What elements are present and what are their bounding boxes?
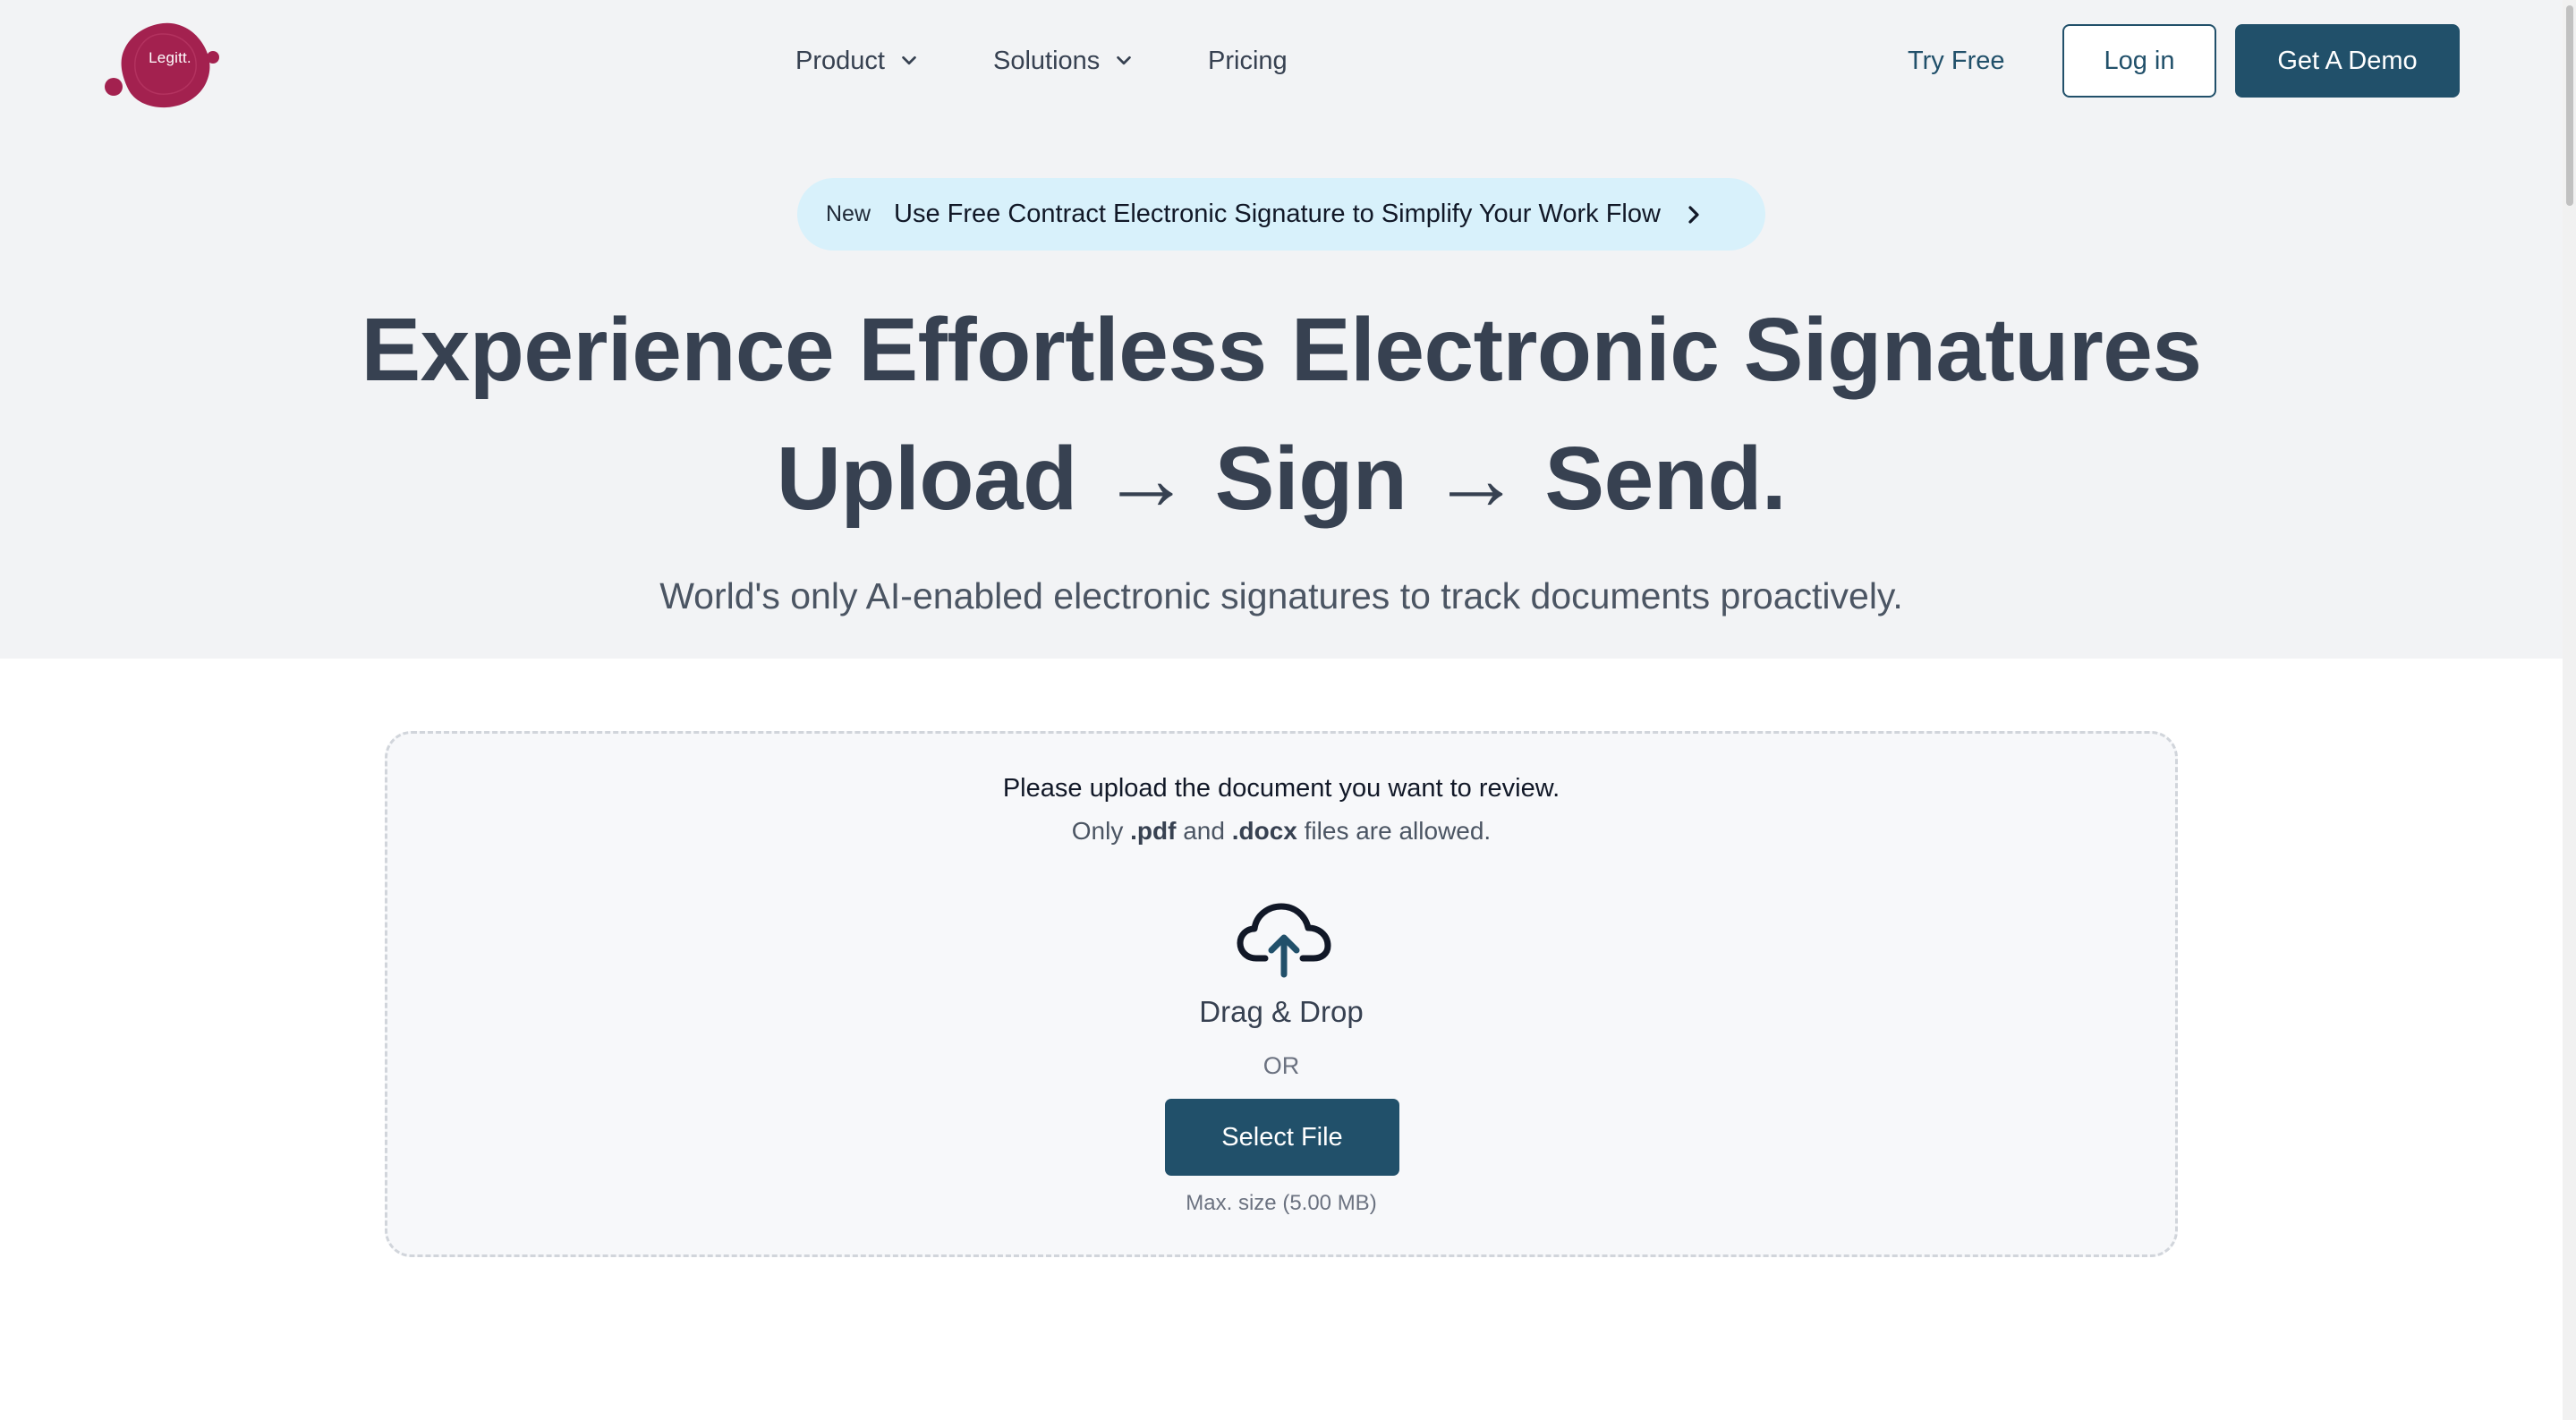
allowed-prefix: Only	[1071, 817, 1124, 845]
hero-subtitle: World's only AI-enabled electronic signa…	[659, 575, 1903, 616]
login-button[interactable]: Log in	[2062, 24, 2216, 98]
max-size-note: Max. size (5.00 MB)	[1186, 1191, 1377, 1215]
or-divider: OR	[1262, 1052, 1300, 1079]
try-free-link[interactable]: Try Free	[1908, 36, 2004, 86]
scrollbar[interactable]	[2563, 0, 2576, 1420]
hero-headline-steps: Upload → Sign → Send.	[776, 429, 1787, 529]
allowed-and: and	[1183, 817, 1225, 845]
nav-item-product[interactable]: Product	[795, 36, 919, 86]
allowed-suffix: files are allowed.	[1304, 817, 1492, 845]
nav-item-pricing[interactable]: Pricing	[1208, 36, 1288, 86]
allowed-file-types: Only .pdf and .docx files are allowed.	[387, 817, 2175, 846]
allowed-ext-pdf: .pdf	[1130, 817, 1177, 845]
hero-headline: Experience Effortless Electronic Signatu…	[361, 300, 2202, 400]
new-badge: New	[826, 201, 871, 226]
nav-item-label: Product	[795, 46, 885, 75]
get-demo-button[interactable]: Get A Demo	[2235, 24, 2460, 98]
hero-section: Legitt. Product Solutions Pricing Try Fr…	[0, 0, 2563, 659]
nav-item-solutions[interactable]: Solutions	[993, 36, 1134, 86]
cloud-upload-icon	[1235, 899, 1333, 980]
scrollbar-thumb[interactable]	[2566, 5, 2573, 206]
announcement-banner[interactable]: New Use Free Contract Electronic Signatu…	[797, 178, 1765, 251]
chevron-down-icon	[1117, 55, 1132, 65]
allowed-ext-docx: .docx	[1231, 817, 1297, 845]
announcement-text: Use Free Contract Electronic Signature t…	[894, 200, 1661, 228]
drag-drop-label: Drag & Drop	[1199, 995, 1364, 1028]
upload-dropzone[interactable]: Please upload the document you want to r…	[385, 731, 2178, 1257]
page: Legitt. Product Solutions Pricing Try Fr…	[0, 0, 2576, 1420]
upload-title: Please upload the document you want to r…	[1002, 774, 1560, 803]
select-file-button[interactable]: Select File	[1165, 1099, 1399, 1176]
chevron-down-icon	[902, 55, 916, 65]
chevron-right-icon	[1688, 205, 1699, 224]
nav-item-label: Pricing	[1208, 46, 1288, 75]
nav-item-label: Solutions	[993, 46, 1101, 75]
